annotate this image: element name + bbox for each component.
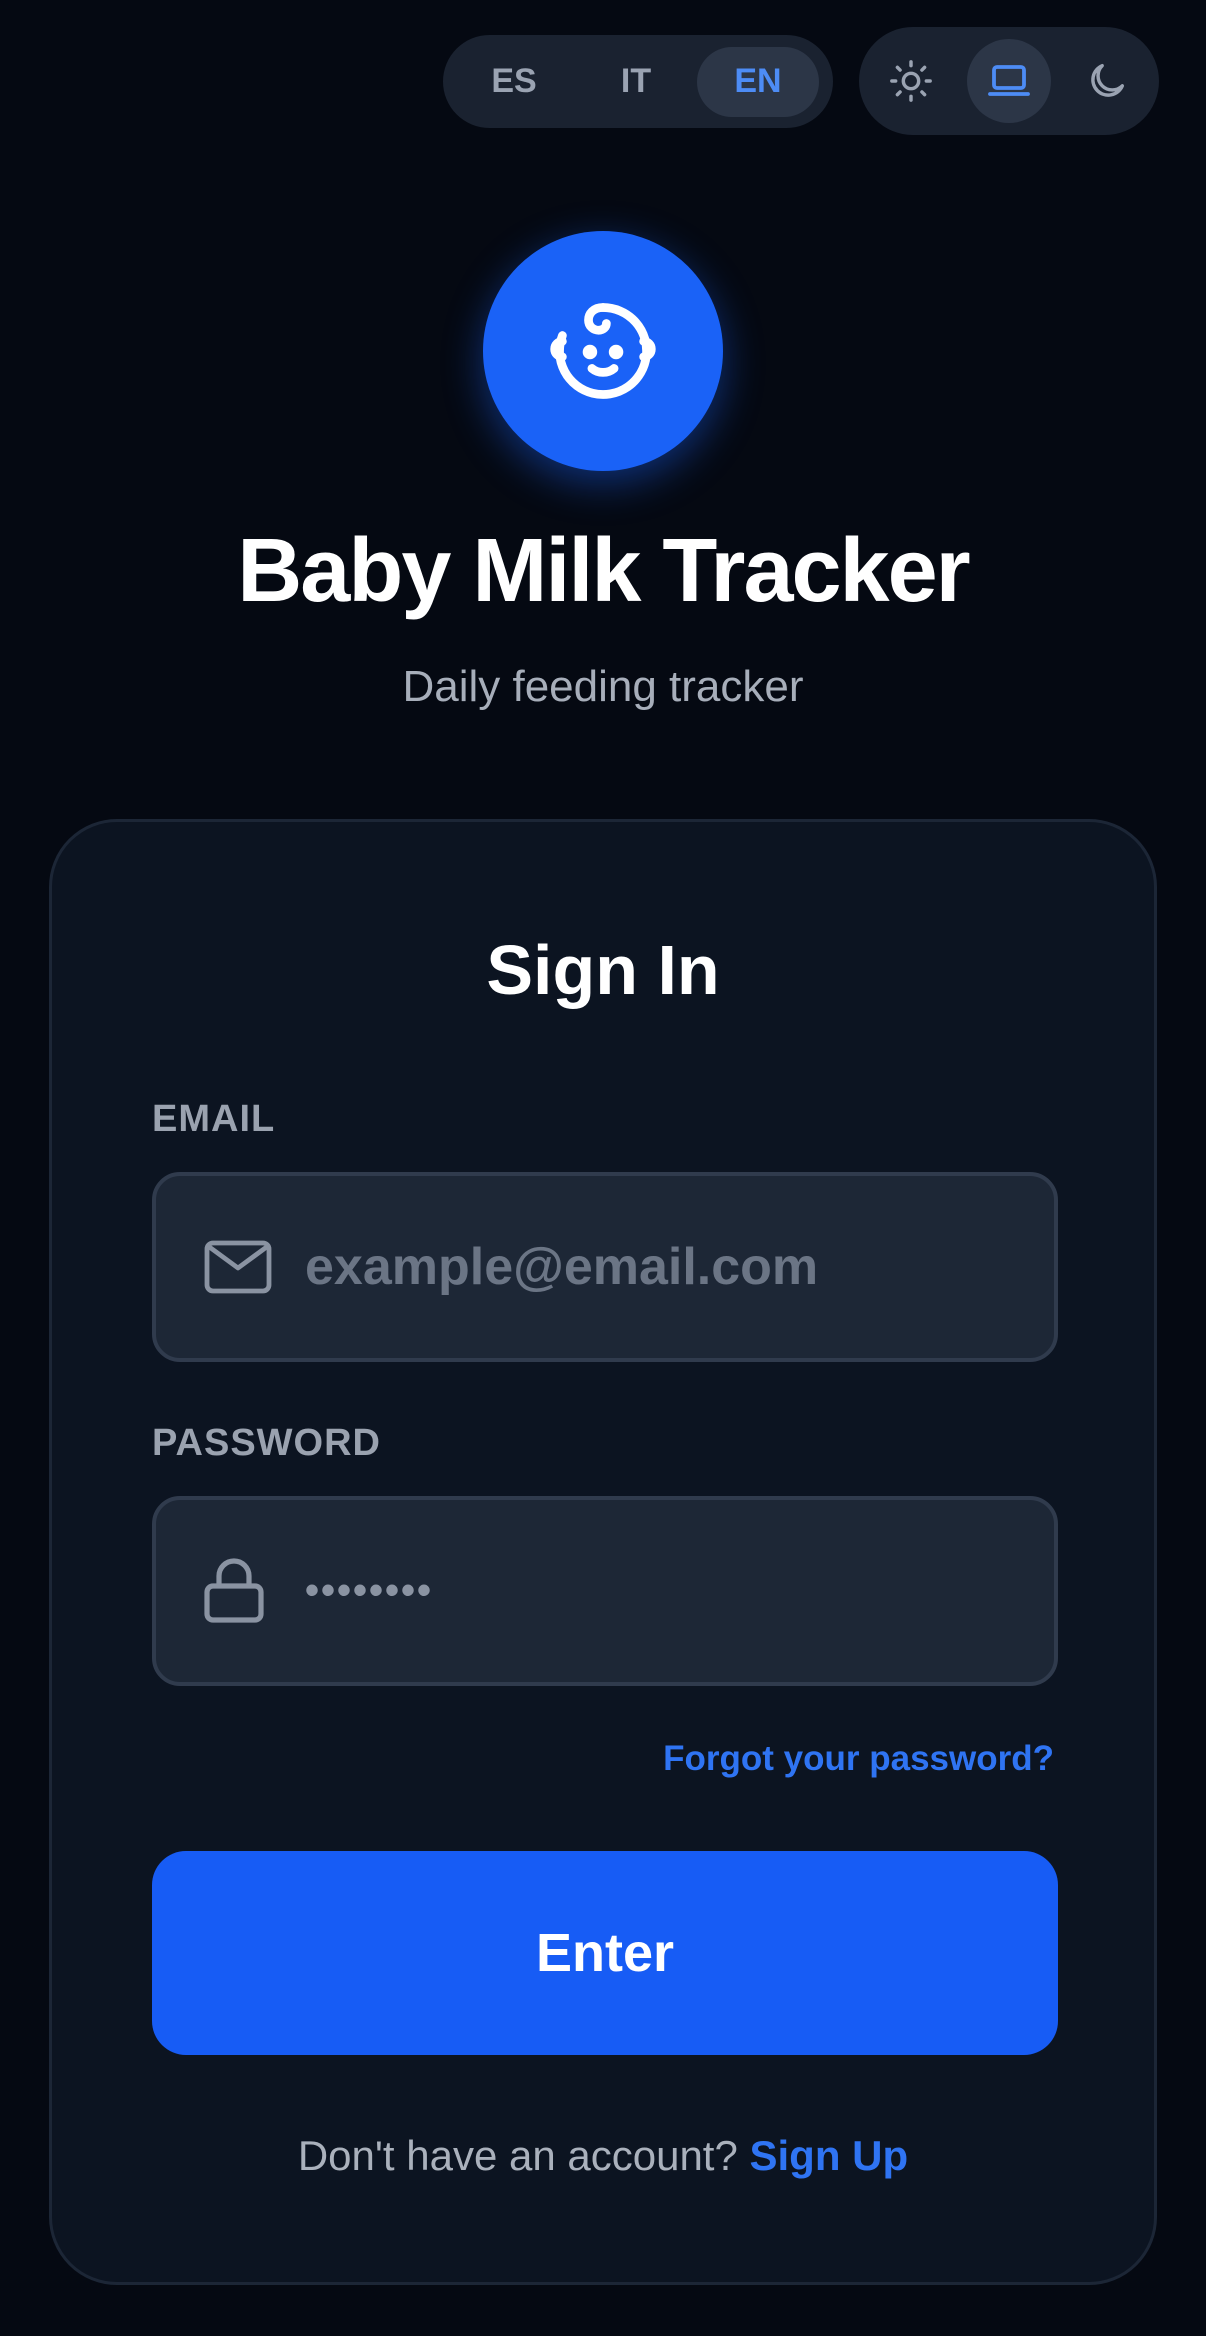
app-title: Baby Milk Tracker — [237, 521, 970, 621]
email-placeholder: example@email.com — [305, 1238, 819, 1296]
forgot-password-link[interactable]: Forgot your password? — [663, 1739, 1054, 1779]
language-switcher: ES IT EN — [443, 35, 833, 128]
sign-in-card: Sign In EMAIL example@email.com PASSWORD… — [49, 819, 1157, 2285]
language-es-button[interactable]: ES — [453, 47, 575, 117]
email-input[interactable]: example@email.com — [152, 1172, 1058, 1362]
mail-icon — [203, 1239, 273, 1295]
laptop-icon — [988, 65, 1030, 96]
moon-icon — [1091, 63, 1125, 97]
dark-theme-button[interactable] — [1065, 39, 1149, 123]
password-label: PASSWORD — [152, 1422, 381, 1464]
password-placeholder: •••••••• — [305, 1568, 434, 1613]
light-theme-button[interactable] — [869, 39, 953, 123]
language-it-button[interactable]: IT — [575, 47, 697, 117]
login-screen: ES IT EN Baby Milk Tracker Daily feeding… — [0, 0, 1206, 2336]
sign-up-link[interactable]: Sign Up — [750, 2132, 909, 2179]
baby-face-icon — [550, 303, 656, 399]
email-label: EMAIL — [152, 1098, 276, 1140]
lock-icon — [203, 1558, 265, 1624]
enter-button[interactable]: Enter — [152, 1851, 1058, 2055]
password-input[interactable]: •••••••• — [152, 1496, 1058, 1686]
language-en-button[interactable]: EN — [697, 46, 819, 117]
sign-in-title: Sign In — [486, 931, 720, 1009]
sun-icon — [890, 60, 932, 102]
signup-prompt: Don't have an account? — [297, 2132, 738, 2179]
signup-row: Don't have an account? Sign Up — [52, 2132, 1154, 2180]
app-subtitle: Daily feeding tracker — [402, 662, 804, 711]
system-theme-button[interactable] — [967, 39, 1051, 123]
theme-switcher — [859, 27, 1159, 135]
app-logo — [483, 231, 723, 471]
